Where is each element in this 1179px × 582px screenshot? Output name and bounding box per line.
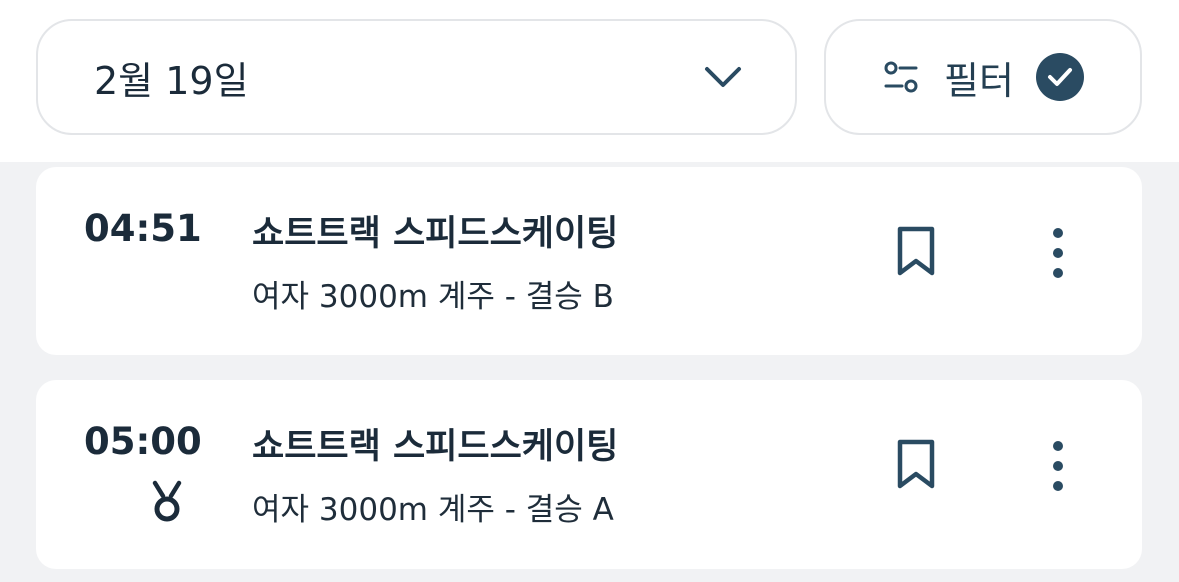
bookmark-icon[interactable] <box>894 225 938 277</box>
event-name: 여자 3000m 계주 - 결승 A <box>252 492 614 528</box>
chevron-down-icon <box>705 67 741 87</box>
more-vertical-icon[interactable] <box>1048 225 1068 281</box>
event-time: 05:00 <box>84 420 202 463</box>
check-circle-icon <box>1035 53 1084 101</box>
filter-button[interactable]: 필터 <box>824 19 1142 135</box>
more-vertical-icon[interactable] <box>1048 438 1068 494</box>
date-dropdown[interactable]: 2월 19일 <box>36 19 797 135</box>
filter-sliders-icon <box>884 61 918 93</box>
event-sport: 쇼트트랙 스피드스케이팅 <box>252 427 619 467</box>
filter-label: 필터 <box>944 58 1014 103</box>
event-name: 여자 3000m 계주 - 결승 B <box>252 279 614 315</box>
top-bar: 2월 19일 필터 <box>0 0 1179 162</box>
medal-icon <box>152 480 182 522</box>
date-label: 2월 19일 <box>94 58 249 103</box>
event-sport: 쇼트트랙 스피드스케이팅 <box>252 214 619 254</box>
bookmark-icon[interactable] <box>894 438 938 490</box>
event-card[interactable]: 05:00 쇼트트랙 스피드스케이팅 여자 3000m 계주 - 결승 A <box>36 380 1142 569</box>
event-time: 04:51 <box>84 207 202 250</box>
event-card[interactable]: 04:51 쇼트트랙 스피드스케이팅 여자 3000m 계주 - 결승 B <box>36 167 1142 355</box>
